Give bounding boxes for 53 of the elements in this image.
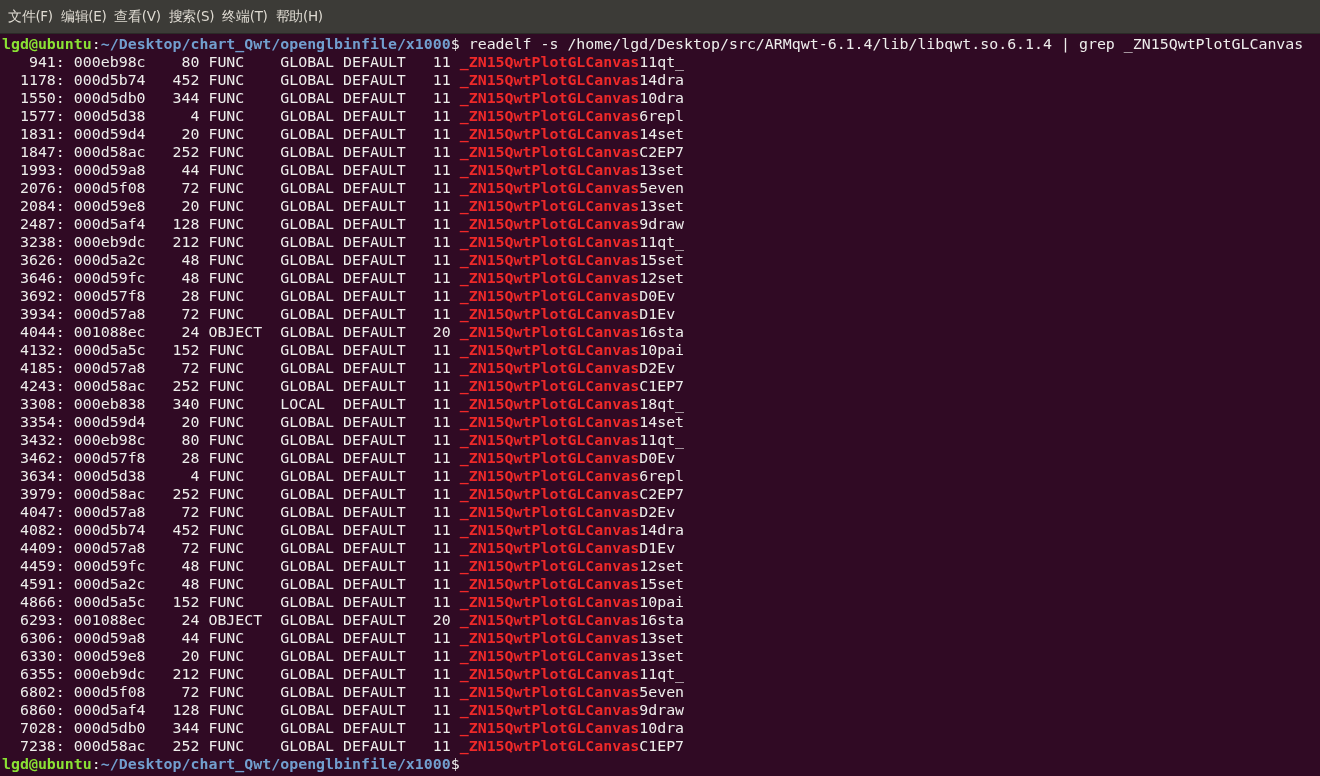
output-line: 2487: 000d5af4 128 FUNC GLOBAL DEFAULT 11 _ZN15QwtPlotGLCanvas9draw — [18, 215, 685, 233]
output-line: 6355: 000eb9dc 212 FUNC GLOBAL DEFAULT 11 _ZN15QwtPlotGLCanvas 11qt_ — [18, 665, 685, 683]
output-line: 3432: 000eb98c 80 FUNC GLOBAL DEFAULT 11 _ZN15QwtPlotGLCanvas 11qt_ — [18, 431, 685, 449]
output-line: 3462: 000d57f8 28 FUNC GLOBAL DEFAULT 11 _ZN15QwtPlotGLCanvasD0Ev — [18, 449, 676, 467]
output-line: 1993: 000d59a8 44 FUNC GLOBAL DEFAULT 11 _ZN15QwtPlotGLCanvas 13set — [18, 161, 685, 179]
prompt-user: lgd@ubuntu — [2, 755, 92, 773]
output-line: 1577: 000d5d38 4 FUNC GLOBAL DEFAULT 11 _ZN15QwtPlotGLCanvas6repl — [18, 107, 685, 125]
menu-item[interactable]: 帮助(H) — [271, 7, 327, 26]
prompt-path: ~/Desktop/chart_Qwt/openglbinfile/x1000 — [100, 755, 451, 773]
output-line: 3308: 000eb838 340 FUNC LOCAL DEFAULT 11 _ZN15QwtPlotGLCanvas 18qt_ — [18, 395, 685, 413]
menu-item[interactable]: 查看(V) — [110, 7, 165, 26]
output-line: 6802: 000d5f08 72 FUNC GLOBAL DEFAULT 11 _ZN15QwtPlotGLCanvas5even — [18, 683, 685, 701]
prompt-symbol: $ — [450, 755, 460, 773]
menu-item[interactable]: 文件(F) — [4, 7, 57, 26]
output-line: 1847: 000d58ac 252 FUNC GLOBAL DEFAULT 11 _ZN15QwtPlotGLCanvasC2EP7 — [18, 143, 685, 161]
prompt-separator: : — [91, 755, 101, 773]
output-line: 2084: 000d59e8 20 FUNC GLOBAL DEFAULT 11 _ZN15QwtPlotGLCanvas 13set — [18, 197, 685, 215]
output-line: 941: 000eb98c 80 FUNC GLOBAL DEFAULT 11 _ZN15QwtPlotGLCanvas 11qt_ — [27, 53, 685, 71]
output-line: 3238: 000eb9dc 212 FUNC GLOBAL DEFAULT 11 _ZN15QwtPlotGLCanvas 11qt_ — [18, 233, 685, 251]
output-line: 2076: 000d5f08 72 FUNC GLOBAL DEFAULT 11 _ZN15QwtPlotGLCanvas5even — [18, 179, 685, 197]
command-text: $ readelf -s /home/lgd/Desktop/src/ARMqwt-6.1.4/lib/libqwt.so.6.1.4 | grep _ZN15QwtPlotGLCanvas — [450, 35, 1304, 53]
output-line: 7028: 000d5db0 344 FUNC GLOBAL DEFAULT 11 _ZN15QwtPlotGLCanvas 10dra — [18, 719, 685, 737]
output-line: 3354: 000d59d4 20 FUNC GLOBAL DEFAULT 11 _ZN15QwtPlotGLCanvas 14set — [18, 413, 685, 431]
output-line: 4243: 000d58ac 252 FUNC GLOBAL DEFAULT 11 _ZN15QwtPlotGLCanvasC1EP7 — [18, 377, 685, 395]
prompt-path: ~/Desktop/chart_Qwt/openglbinfile/x1000 — [100, 35, 451, 53]
output-line: 3646: 000d59fc 48 FUNC GLOBAL DEFAULT 11 _ZN15QwtPlotGLCanvas 12set — [18, 269, 685, 287]
output-line: 4082: 000d5b74 452 FUNC GLOBAL DEFAULT 11 _ZN15QwtPlotGLCanvas 14dra — [18, 521, 685, 539]
output-line: 1178: 000d5b74 452 FUNC GLOBAL DEFAULT 11 _ZN15QwtPlotGLCanvas 14dra — [18, 71, 685, 89]
output-line: 7238: 000d58ac 252 FUNC GLOBAL DEFAULT 11 _ZN15QwtPlotGLCanvasC1EP7 — [18, 737, 685, 755]
output-line: 4132: 000d5a5c 152 FUNC GLOBAL DEFAULT 11 _ZN15QwtPlotGLCanvas 10pai — [18, 341, 685, 359]
output-line: 6330: 000d59e8 20 FUNC GLOBAL DEFAULT 11 _ZN15QwtPlotGLCanvas 13set — [18, 647, 685, 665]
output-line: 4044: 001088ec 24 OBJECT GLOBAL DEFAULT 20 _ZN15QwtPlotGLCanvas 16sta — [18, 323, 685, 341]
output-line: 1550: 000d5db0 344 FUNC GLOBAL DEFAULT 11 _ZN15QwtPlotGLCanvas 10dra — [18, 89, 685, 107]
output-line: 6306: 000d59a8 44 FUNC GLOBAL DEFAULT 11 _ZN15QwtPlotGLCanvas 13set — [18, 629, 685, 647]
output-line: 4459: 000d59fc 48 FUNC GLOBAL DEFAULT 11 _ZN15QwtPlotGLCanvas 12set — [18, 557, 685, 575]
menu-item[interactable]: 搜索(S) — [164, 7, 219, 26]
output-line: 4409: 000d57a8 72 FUNC GLOBAL DEFAULT 11 _ZN15QwtPlotGLCanvasD1Ev — [18, 539, 676, 557]
menu-item[interactable]: 编辑(E) — [56, 7, 111, 26]
output-line: 3934: 000d57a8 72 FUNC GLOBAL DEFAULT 11 _ZN15QwtPlotGLCanvasD1Ev — [18, 305, 676, 323]
output-line: 4591: 000d5a2c 48 FUNC GLOBAL DEFAULT 11 _ZN15QwtPlotGLCanvas 15set — [18, 575, 685, 593]
output-line: 3692: 000d57f8 28 FUNC GLOBAL DEFAULT 11 _ZN15QwtPlotGLCanvasD0Ev — [18, 287, 676, 305]
prompt-user: lgd@ubuntu — [2, 35, 92, 53]
output-line: 6293: 001088ec 24 OBJECT GLOBAL DEFAULT 20 _ZN15QwtPlotGLCanvas 16sta — [18, 611, 685, 629]
output-line: 4185: 000d57a8 72 FUNC GLOBAL DEFAULT 11 _ZN15QwtPlotGLCanvasD2Ev — [18, 359, 676, 377]
output-line: 3626: 000d5a2c 48 FUNC GLOBAL DEFAULT 11 _ZN15QwtPlotGLCanvas 15set — [18, 251, 685, 269]
output-line: 4866: 000d5a5c 152 FUNC GLOBAL DEFAULT 11 _ZN15QwtPlotGLCanvas 10pai — [18, 593, 685, 611]
output-line: 6860: 000d5af4 128 FUNC GLOBAL DEFAULT 11 _ZN15QwtPlotGLCanvas9draw — [18, 701, 685, 719]
prompt-separator: : — [91, 35, 101, 53]
output-line: 3979: 000d58ac 252 FUNC GLOBAL DEFAULT 11 _ZN15QwtPlotGLCanvasC2EP7 — [18, 485, 685, 503]
output-line: 1831: 000d59d4 20 FUNC GLOBAL DEFAULT 11 _ZN15QwtPlotGLCanvas 14set — [18, 125, 685, 143]
menu-item[interactable]: 终端(T) — [218, 7, 272, 26]
output-line: 4047: 000d57a8 72 FUNC GLOBAL DEFAULT 11 _ZN15QwtPlotGLCanvasD2Ev — [18, 503, 676, 521]
output-line: 3634: 000d5d38 4 FUNC GLOBAL DEFAULT 11 _ZN15QwtPlotGLCanvas6repl — [18, 467, 685, 485]
